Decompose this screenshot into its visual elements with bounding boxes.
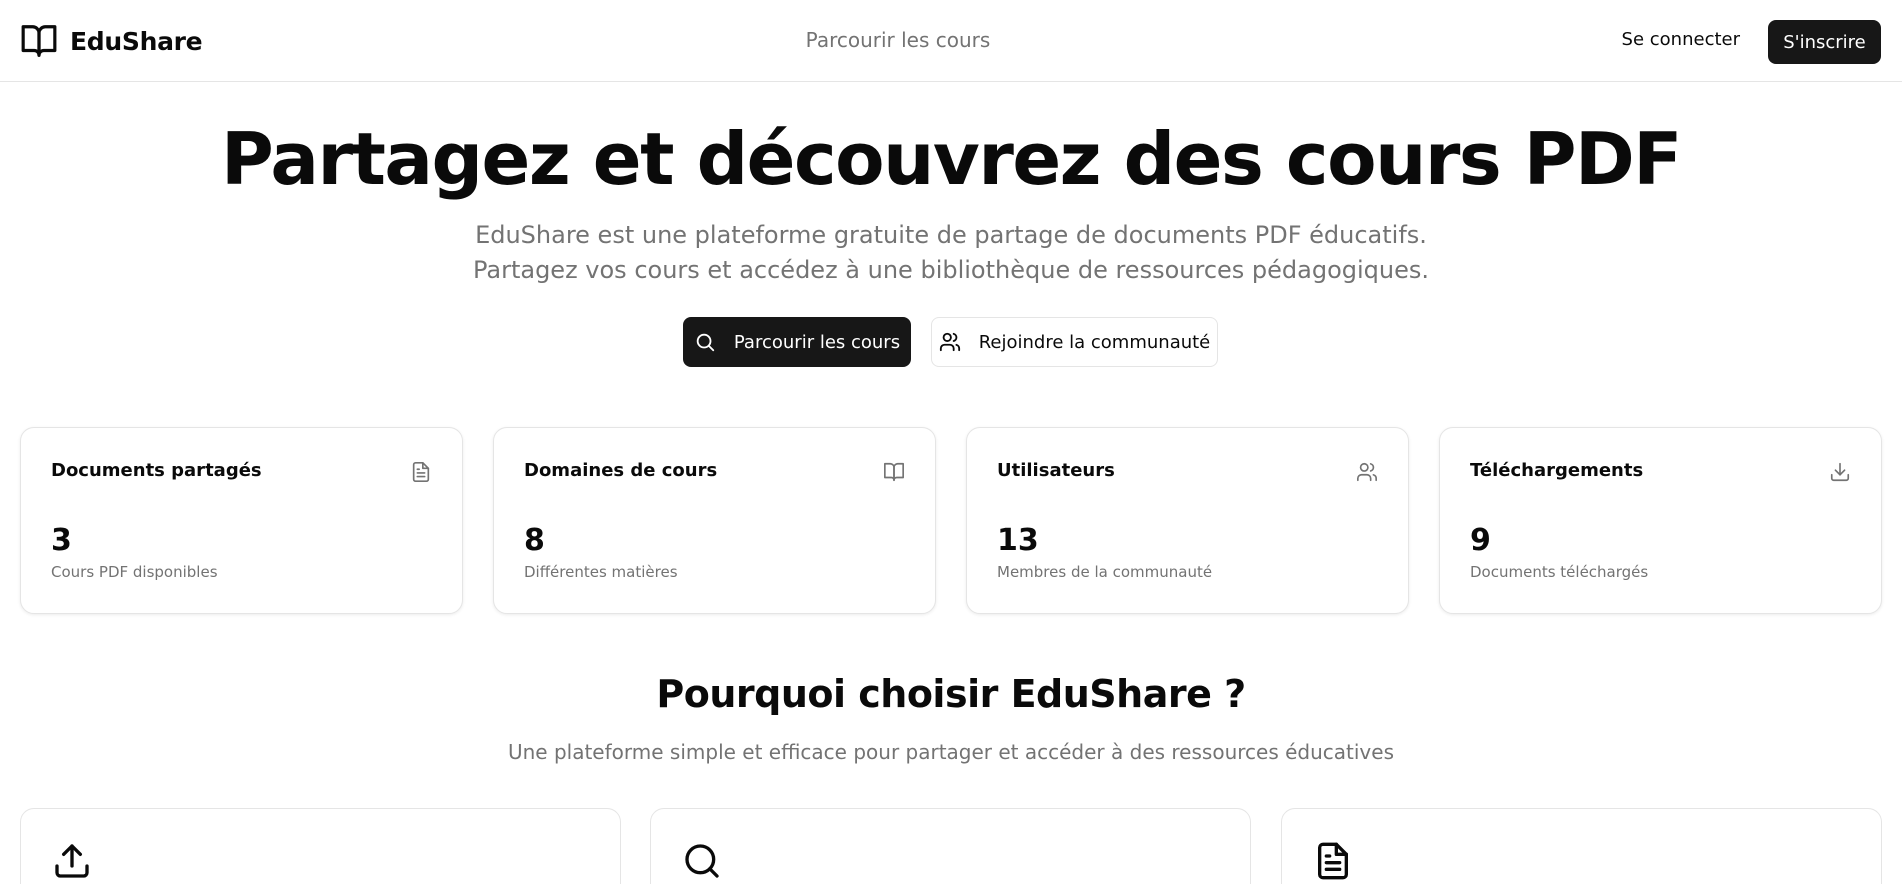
join-community-button[interactable]: Rejoindre la communauté xyxy=(931,317,1218,367)
stat-description: Différentes matières xyxy=(524,563,678,581)
hero-subtitle-line-1: EduShare est une plateforme gratuite de … xyxy=(475,221,1427,249)
stat-title: Domaines de cours xyxy=(524,460,718,481)
feature-card-search xyxy=(650,808,1251,884)
stat-description: Documents téléchargés xyxy=(1470,563,1649,581)
why-section-subtitle: Une plateforme simple et efficace pour p… xyxy=(507,740,1394,764)
feature-card-documents xyxy=(1281,808,1882,884)
stat-card-downloads: Téléchargements 9 Documents téléchargés xyxy=(1439,427,1882,614)
stat-card-users: Utilisateurs 13 Membres de la communauté xyxy=(966,427,1409,614)
feature-card-upload xyxy=(20,808,621,884)
hero-subtitle-line-2: Partagez vos cours et accédez à une bibl… xyxy=(472,256,1430,284)
stat-description: Cours PDF disponibles xyxy=(51,563,218,581)
search-icon xyxy=(696,333,715,352)
browse-courses-label: Parcourir les cours xyxy=(733,331,901,353)
book-open-icon xyxy=(884,462,904,482)
file-text-icon xyxy=(1318,842,1348,880)
stat-value: 8 xyxy=(524,523,545,558)
signup-button[interactable]: S'inscrire xyxy=(1768,20,1881,64)
stat-title: Utilisateurs xyxy=(997,460,1115,481)
join-community-label: Rejoindre la communauté xyxy=(978,331,1211,353)
hero-subtitle: EduShare est une plateforme gratuite de … xyxy=(0,218,1902,288)
stat-value: 9 xyxy=(1470,523,1491,558)
stat-card-documents: Documents partagés 3 Cours PDF disponibl… xyxy=(20,427,463,614)
stat-title: Documents partagés xyxy=(51,460,262,481)
login-button[interactable]: Se connecter xyxy=(1622,29,1740,50)
users-icon xyxy=(939,332,960,352)
stat-card-domains: Domaines de cours 8 Différentes matières xyxy=(493,427,936,614)
nav-browse-link[interactable]: Parcourir les cours xyxy=(0,28,1796,52)
upload-icon xyxy=(55,844,89,878)
why-section-title: Pourquoi choisir EduShare ? xyxy=(656,672,1246,716)
users-icon xyxy=(1357,462,1377,482)
stat-value: 3 xyxy=(51,523,72,558)
search-icon xyxy=(685,844,719,878)
file-text-icon xyxy=(412,462,430,482)
hero-title: Partagez et découvrez des cours PDF xyxy=(221,117,1682,201)
stat-title: Téléchargements xyxy=(1470,460,1644,481)
stat-description: Membres de la communauté xyxy=(997,563,1213,581)
navbar: EduShare Parcourir les cours Se connecte… xyxy=(0,0,1902,82)
download-icon xyxy=(1830,462,1850,482)
stat-value: 13 xyxy=(997,523,1039,558)
browse-courses-button[interactable]: Parcourir les cours xyxy=(683,317,911,367)
